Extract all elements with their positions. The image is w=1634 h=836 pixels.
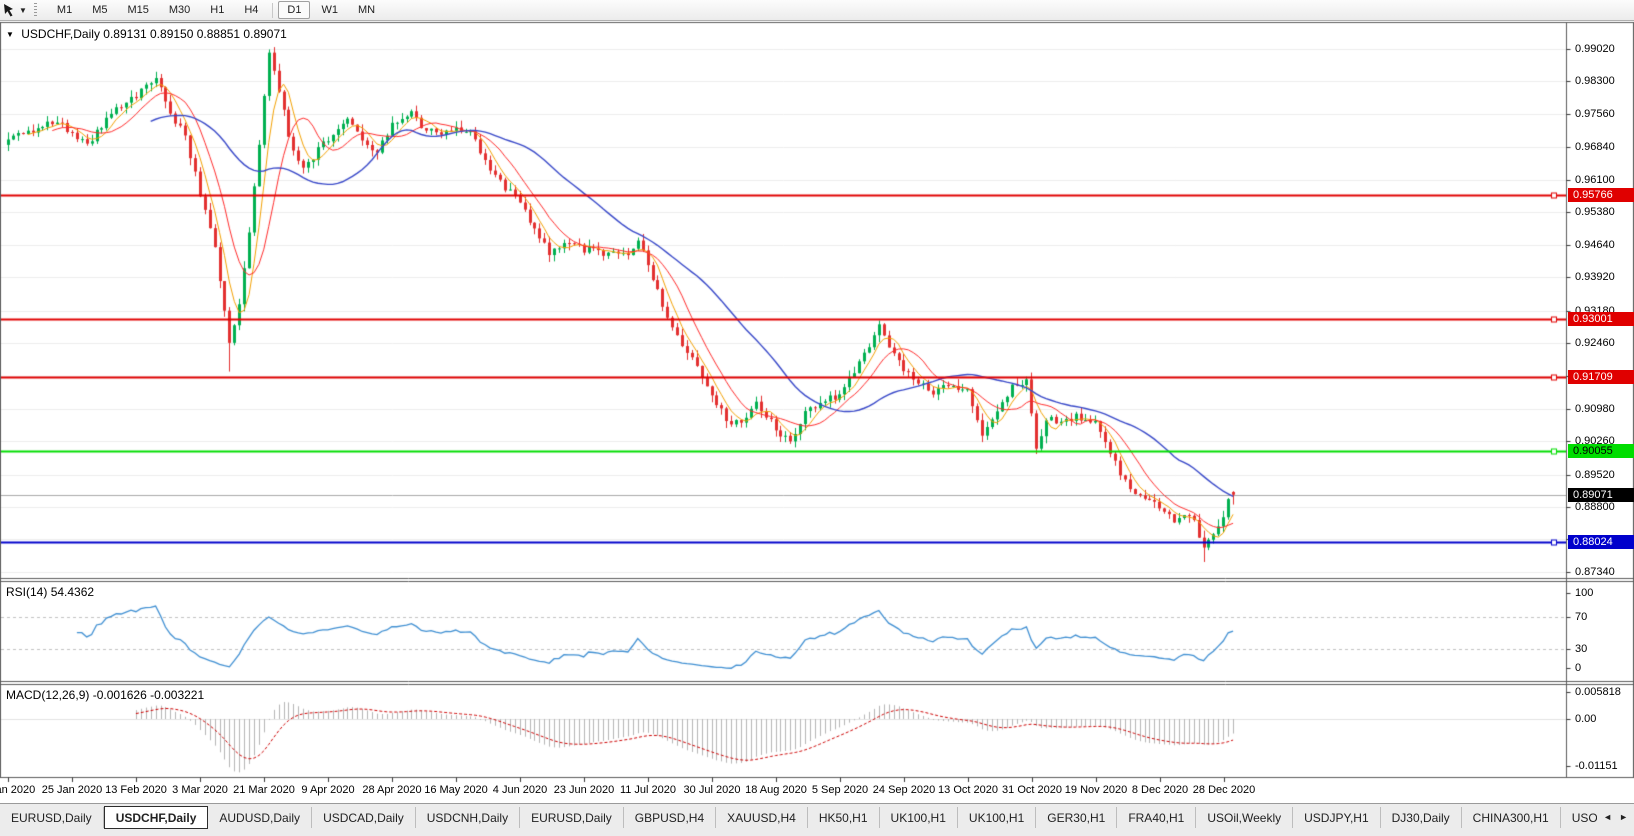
rsi-axis-label: 0 xyxy=(1575,662,1582,674)
chart-ohlc-values: 0.89131 0.89150 0.88851 0.89071 xyxy=(103,27,287,41)
rsi-axis-label: 70 xyxy=(1575,611,1588,623)
tab-uk100-h1[interactable]: UK100,H1 xyxy=(958,807,1037,828)
date-axis-label: 18 Aug 2020 xyxy=(745,784,807,796)
date-axis-label: 13 Feb 2020 xyxy=(105,784,167,796)
tab-usoil[interactable]: USOil, xyxy=(1561,807,1597,828)
price-axis-label: 0.89520 xyxy=(1575,468,1615,481)
chart-canvas[interactable] xyxy=(0,0,1634,836)
tab-usoil-weekly[interactable]: USOil,Weekly xyxy=(1196,807,1294,828)
price-axis-label: 0.93920 xyxy=(1575,271,1615,284)
cursor-tool-icon[interactable] xyxy=(2,3,17,18)
timeframe-button-m15[interactable]: M15 xyxy=(118,1,157,19)
macd-axis-label: -0.01151 xyxy=(1575,760,1618,772)
tab-fra40-h1[interactable]: FRA40,H1 xyxy=(1117,807,1197,828)
price-axis-label: 0.90980 xyxy=(1575,403,1615,416)
timeframe-button-m30[interactable]: M30 xyxy=(160,1,199,19)
price-level-badge: 0.91709 xyxy=(1568,369,1634,384)
toolbar-grip[interactable] xyxy=(33,2,37,18)
macd-signal-value: -0.003221 xyxy=(150,688,205,702)
date-axis-label: 3 Mar 2020 xyxy=(172,784,228,796)
date-axis-label: 9 Apr 2020 xyxy=(301,784,355,796)
timeframe-button-w1[interactable]: W1 xyxy=(312,1,347,19)
rsi-axis-label: 30 xyxy=(1575,643,1588,655)
date-axis-label: 5 Sep 2020 xyxy=(811,784,869,796)
date-axis-label: 19 Nov 2020 xyxy=(1064,784,1128,796)
chart-symbol-label: USDCHF,Daily xyxy=(21,27,100,41)
tab-uk100-h1[interactable]: UK100,H1 xyxy=(880,807,958,828)
timeframe-button-h1[interactable]: H1 xyxy=(201,1,233,19)
rsi-name: RSI(14) xyxy=(6,585,48,599)
tab-usdcnh-daily[interactable]: USDCNH,Daily xyxy=(416,807,521,828)
price-axis-label: 0.99020 xyxy=(1575,43,1615,55)
timeframe-button-m1[interactable]: M1 xyxy=(48,1,81,19)
price-level-badge: 0.90055 xyxy=(1568,443,1634,458)
price-axis-label: 0.87340 xyxy=(1575,566,1615,579)
cursor-tool-dropdown-caret-icon[interactable]: ▼ xyxy=(19,3,27,18)
tab-ger30-h1[interactable]: GER30,H1 xyxy=(1036,807,1118,828)
macd-main-value: -0.001626 xyxy=(92,688,147,702)
chart-title: ▼ USDCHF,Daily 0.89131 0.89150 0.88851 0… xyxy=(6,27,287,41)
tab-usdjpy-h1[interactable]: USDJPY,H1 xyxy=(1293,807,1381,828)
price-axis-label: 0.94640 xyxy=(1575,239,1615,252)
tab-eurusd-daily[interactable]: EURUSD,Daily xyxy=(520,807,624,828)
tab-scroll-right-button[interactable]: ► xyxy=(1619,812,1628,822)
chart-collapse-caret-icon[interactable]: ▼ xyxy=(6,30,14,39)
date-axis-label: 25 Jan 2020 xyxy=(41,784,103,796)
date-axis-label: 30 Jul 2020 xyxy=(683,784,741,796)
date-axis-label: 8 Dec 2020 xyxy=(1131,784,1189,796)
timeframe-group-separator xyxy=(272,2,274,18)
price-axis-label: 0.96840 xyxy=(1575,140,1615,153)
rsi-axis-label: 100 xyxy=(1575,587,1594,599)
price-axis-label: 0.92460 xyxy=(1575,336,1615,349)
tab-xauusd-h4[interactable]: XAUUSD,H4 xyxy=(716,807,808,828)
date-axis-label: 16 May 2020 xyxy=(424,784,488,796)
timeframe-button-mn[interactable]: MN xyxy=(349,1,384,19)
date-axis-label: 11 Jul 2020 xyxy=(619,784,677,796)
timeframe-button-h4[interactable]: H4 xyxy=(235,1,267,19)
macd-name: MACD(12,26,9) xyxy=(6,688,90,702)
tab-scroll-left-button[interactable]: ◄ xyxy=(1603,812,1612,822)
tab-usdcad-daily[interactable]: USDCAD,Daily xyxy=(312,807,416,828)
price-level-badge: 0.95766 xyxy=(1568,187,1634,202)
macd-axis-label: 0.005818 xyxy=(1575,686,1621,698)
chart-tabs: EURUSD,Daily USDCHF,Daily AUDUSD,Daily USDC… xyxy=(0,806,1597,829)
tab-hk50-h1[interactable]: HK50,H1 xyxy=(808,807,880,828)
date-axis-label: 24 Sep 2020 xyxy=(872,784,936,796)
date-axis-label: 7 Jan 2020 xyxy=(0,784,36,796)
current-price-badge: 0.89071 xyxy=(1568,487,1634,502)
timeframe-toolbar: M1 M5 M15 M30 H1 H4 D1 W1 MN xyxy=(47,0,385,21)
tab-audusd-daily[interactable]: AUDUSD,Daily xyxy=(208,807,313,828)
price-level-badge: 0.93001 xyxy=(1568,311,1634,326)
tab-eurusd-daily[interactable]: EURUSD,Daily xyxy=(0,807,104,828)
timeframe-button-d1[interactable]: D1 xyxy=(278,1,311,19)
price-axis-label: 0.98300 xyxy=(1575,75,1615,88)
date-axis-label: 31 Oct 2020 xyxy=(1002,784,1062,796)
date-axis-label: 13 Oct 2020 xyxy=(938,784,998,796)
tab-china300-h1[interactable]: CHINA300,H1 xyxy=(1462,807,1561,828)
price-level-badge: 0.88024 xyxy=(1568,534,1634,549)
date-axis-label: 28 Apr 2020 xyxy=(362,784,422,796)
rsi-current-value: 54.4362 xyxy=(50,585,95,599)
price-axis-label: 0.97560 xyxy=(1575,108,1615,121)
price-axis-label: 0.96100 xyxy=(1575,173,1615,186)
date-axis-label: 28 Dec 2020 xyxy=(1192,784,1256,796)
trading-terminal-window: ▼ M1 M5 M15 M30 H1 H4 D1 W1 MN ▼ USDCHF,Daily 0.… xyxy=(0,0,1634,836)
price-axis-label: 0.95380 xyxy=(1575,206,1615,219)
tab-dj30-daily[interactable]: DJ30,Daily xyxy=(1381,807,1462,828)
tab-usdchf-daily[interactable]: USDCHF,Daily xyxy=(103,806,209,829)
macd-indicator-label: MACD(12,26,9) -0.001626 -0.003221 xyxy=(6,688,204,702)
top-toolbar: ▼ M1 M5 M15 M30 H1 H4 D1 W1 MN xyxy=(0,0,1634,21)
price-axis-label: 0.88800 xyxy=(1575,500,1615,513)
chart-tab-bar: EURUSD,Daily USDCHF,Daily AUDUSD,Daily USDC… xyxy=(0,803,1634,836)
rsi-indicator-label: RSI(14) 54.4362 xyxy=(6,585,94,599)
date-axis-label: 4 Jun 2020 xyxy=(492,784,548,796)
tab-gbpusd-h4[interactable]: GBPUSD,H4 xyxy=(624,807,717,828)
tab-scroll-controls: ◄ ► xyxy=(1597,806,1634,827)
macd-axis-label: 0.00 xyxy=(1575,713,1597,725)
date-axis-label: 21 Mar 2020 xyxy=(233,784,295,796)
date-axis-label: 23 Jun 2020 xyxy=(553,784,615,796)
timeframe-button-m5[interactable]: M5 xyxy=(83,1,116,19)
